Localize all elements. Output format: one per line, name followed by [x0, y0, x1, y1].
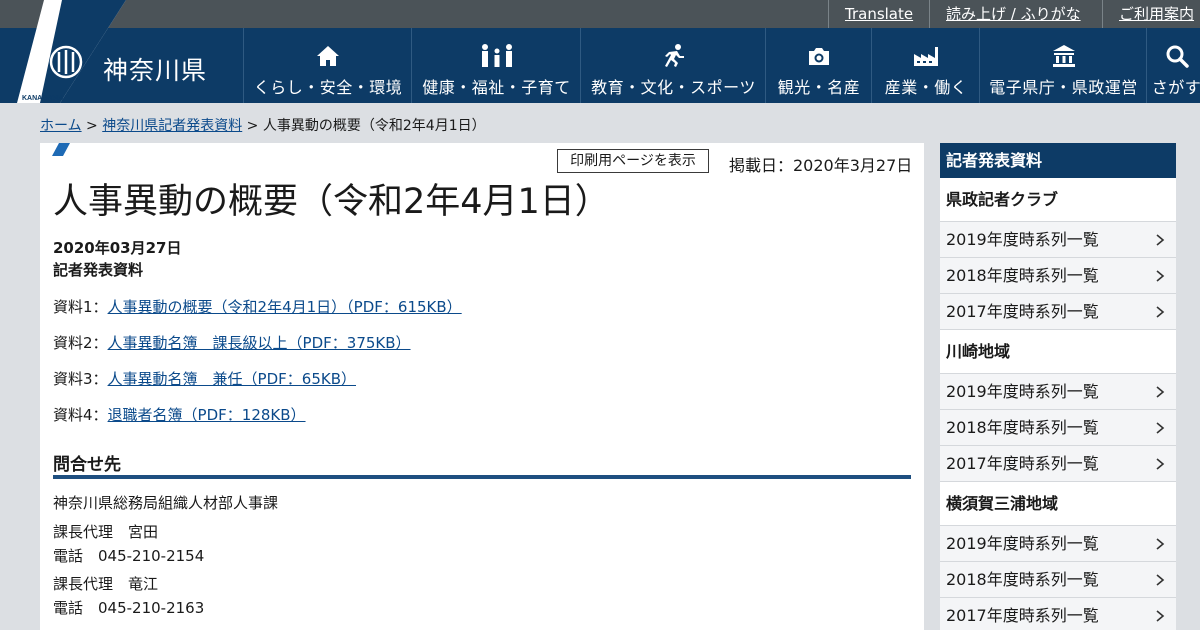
chevron-right-icon [1156, 610, 1165, 622]
posted-date: 掲載日：2020年3月27日 [729, 156, 913, 175]
sidebar-section-title[interactable]: 県政記者クラブ [940, 178, 1176, 222]
sidebar-section-title[interactable]: 横須賀三浦地域 [940, 482, 1176, 526]
contact-person-1: 課長代理 宮田 [53, 523, 159, 541]
chevron-right-icon [1156, 306, 1165, 318]
guide-link[interactable]: ご利用案内 [1102, 0, 1200, 28]
document-row: 資料3：人事異動名簿 兼任（PDF：65KB） [53, 370, 356, 388]
document-link-1[interactable]: 人事異動の概要（令和2年4月1日）（PDF：615KB） [108, 298, 462, 316]
release-type: 記者発表資料 [53, 261, 144, 279]
contact-divider [53, 475, 911, 479]
site-name[interactable]: 神奈川県 [103, 51, 207, 87]
chevron-right-icon [1156, 386, 1165, 398]
read-aloud-link[interactable]: 読み上げ / ふりがな [929, 0, 1103, 28]
sidebar-link[interactable]: 2017年度時系列一覧 [940, 294, 1176, 330]
government-icon [1052, 45, 1075, 67]
document-link-4[interactable]: 退職者名簿（PDF：128KB） [108, 406, 306, 424]
factory-icon [914, 47, 938, 66]
chevron-right-icon [1156, 538, 1165, 550]
document-row: 資料4：退職者名簿（PDF：128KB） [53, 406, 306, 424]
nav-industry[interactable]: 産業・働く [871, 28, 980, 103]
contact-phone-1: 電話 045-210-2154 [53, 547, 205, 565]
runner-icon [664, 44, 684, 67]
sidebar: 記者発表資料 県政記者クラブ 2019年度時系列一覧 2018年度時系列一覧 2… [940, 143, 1176, 630]
release-date: 2020年03月27日 [53, 239, 182, 257]
print-button[interactable]: 印刷用ページを表示 [557, 149, 709, 173]
title-accent-icon [52, 143, 70, 156]
page-title: 人事異動の概要（令和2年4月1日） [53, 182, 610, 222]
sidebar-link[interactable]: 2018年度時系列一覧 [940, 258, 1176, 294]
sidebar-link[interactable]: 2017年度時系列一覧 [940, 598, 1176, 630]
breadcrumb-current: 人事異動の概要（令和2年4月1日） [262, 118, 486, 134]
contact-department: 神奈川県総務局組織人材部人事課 [53, 494, 279, 512]
sidebar-link[interactable]: 2017年度時系列一覧 [940, 446, 1176, 482]
sidebar-section-title[interactable]: 川崎地域 [940, 330, 1176, 374]
nav-tourism[interactable]: 観光・名産 [765, 28, 872, 103]
contact-person-2: 課長代理 竜江 [53, 575, 159, 593]
utility-bar: Translate 読み上げ / ふりがな ご利用案内 [0, 0, 1200, 28]
sidebar-heading: 記者発表資料 [940, 143, 1176, 178]
nav-living[interactable]: くらし・安全・環境 [243, 28, 412, 103]
chevron-right-icon [1156, 458, 1165, 470]
sidebar-link[interactable]: 2019年度時系列一覧 [940, 222, 1176, 258]
document-row: 資料2：人事異動名簿 課長級以上（PDF：375KB） [53, 334, 411, 352]
nav-search[interactable]: さがす [1146, 28, 1200, 103]
logo-subtext: KANAGAWA [22, 95, 64, 102]
breadcrumb-parent[interactable]: 神奈川県記者発表資料 [102, 118, 242, 134]
sidebar-link[interactable]: 2019年度時系列一覧 [940, 374, 1176, 410]
main-content: 印刷用ページを表示 掲載日：2020年3月27日 人事異動の概要（令和2年4月1… [40, 143, 924, 630]
chevron-right-icon [1156, 574, 1165, 586]
breadcrumb-home[interactable]: ホーム [40, 118, 82, 134]
family-icon [481, 44, 512, 67]
nav-government[interactable]: 電子県庁・県政運営 [979, 28, 1147, 103]
document-row: 資料1：人事異動の概要（令和2年4月1日）（PDF：615KB） [53, 298, 462, 316]
translate-link[interactable]: Translate [828, 0, 930, 28]
camera-icon [809, 48, 829, 65]
chevron-right-icon [1156, 270, 1165, 282]
contact-heading: 問合せ先 [53, 455, 121, 475]
document-link-3[interactable]: 人事異動名簿 兼任（PDF：65KB） [108, 370, 356, 388]
nav-health[interactable]: 健康・福祉・子育て [411, 28, 581, 103]
document-link-2[interactable]: 人事異動名簿 課長級以上（PDF：375KB） [108, 334, 411, 352]
contact-phone-2: 電話 045-210-2163 [53, 599, 205, 617]
house-icon [317, 46, 339, 66]
sidebar-link[interactable]: 2019年度時系列一覧 [940, 526, 1176, 562]
nav-education[interactable]: 教育・文化・スポーツ [580, 28, 766, 103]
chevron-right-icon [1156, 422, 1165, 434]
breadcrumb: ホーム > 神奈川県記者発表資料 > 人事異動の概要（令和2年4月1日） [40, 118, 486, 134]
sidebar-link[interactable]: 2018年度時系列一覧 [940, 410, 1176, 446]
chevron-right-icon [1156, 234, 1165, 246]
sidebar-link[interactable]: 2018年度時系列一覧 [940, 562, 1176, 598]
search-icon [1166, 45, 1189, 68]
